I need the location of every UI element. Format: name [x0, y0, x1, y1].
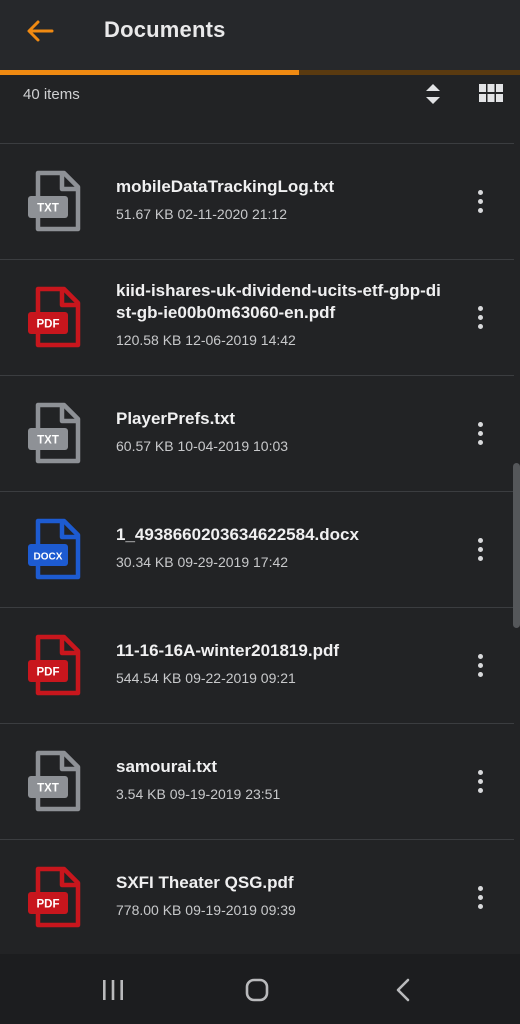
home-icon — [245, 978, 269, 1002]
file-name: mobileDataTrackingLog.txt — [116, 177, 335, 196]
more-vertical-icon — [477, 894, 483, 900]
txt-file-icon: TXT — [26, 402, 84, 466]
arrow-left-icon — [27, 20, 54, 42]
more-vertical-icon — [477, 769, 483, 775]
file-size: 51.67 KB — [116, 206, 174, 222]
system-nav-bar — [0, 954, 520, 1024]
page-title: Documents — [104, 17, 226, 42]
docx-file-icon: DOCX — [26, 518, 84, 582]
svg-text:PDF: PDF — [37, 899, 60, 911]
svg-text:TXT: TXT — [37, 203, 59, 215]
home-button[interactable] — [245, 978, 269, 1002]
more-vertical-icon — [477, 653, 483, 659]
more-vertical-icon — [477, 439, 483, 445]
more-vertical-icon — [477, 198, 483, 204]
more-vertical-icon — [477, 778, 483, 784]
file-name: 11-16-16A-winter201819.pdf — [116, 641, 339, 660]
file-size: 120.58 KB — [116, 332, 182, 348]
file-name: PlayerPrefs.txt — [116, 409, 236, 428]
file-date: 09-29-2019 17:42 — [177, 554, 289, 570]
file-meta: 30.34 KB 09-29-2019 17:42 — [116, 554, 288, 570]
pdf-file-icon: PDF — [26, 634, 84, 698]
txt-file-icon: TXT — [26, 170, 84, 234]
file-list: TXT mobileDataTrackingLog.txt 51.67 KB 0… — [0, 143, 520, 956]
file-date: 09-19-2019 23:51 — [169, 786, 281, 802]
file-size: 60.57 KB — [116, 438, 174, 454]
more-options-button[interactable] — [468, 648, 492, 682]
file-row[interactable]: TXT PlayerPrefs.txt 60.57 KB 10-04-2019 … — [0, 376, 520, 491]
scrollbar[interactable] — [513, 463, 520, 628]
file-date: 09-19-2019 09:39 — [185, 902, 296, 918]
file-name: SXFI Theater QSG.pdf — [116, 873, 294, 892]
file-name: samourai.txt — [116, 757, 218, 776]
grid-view-button[interactable] — [478, 82, 504, 106]
more-vertical-icon — [477, 323, 483, 329]
file-row[interactable]: PDF SXFI Theater QSG.pdf 778.00 KB 09-19… — [0, 840, 520, 955]
file-size: 544.54 KB — [116, 670, 182, 686]
more-vertical-icon — [477, 546, 483, 552]
nav-back-button[interactable] — [394, 978, 412, 1002]
recents-button[interactable] — [101, 979, 125, 1001]
txt-file-icon: TXT — [26, 750, 84, 814]
more-options-button[interactable] — [468, 764, 492, 798]
svg-text:TXT: TXT — [37, 783, 59, 795]
more-options-button[interactable] — [468, 300, 492, 334]
list-toolbar: 40 items — [0, 75, 520, 143]
svg-text:PDF: PDF — [37, 667, 60, 679]
more-vertical-icon — [477, 662, 483, 668]
more-vertical-icon — [477, 189, 483, 195]
sort-icon — [426, 84, 440, 104]
file-date: 02-11-2020 21:12 — [177, 206, 288, 222]
file-row[interactable]: PDF kiid-ishares-uk-dividend-ucits-etf-g… — [0, 260, 520, 375]
item-count: 40 items — [23, 86, 80, 103]
recents-icon — [103, 980, 123, 1000]
more-options-button[interactable] — [468, 532, 492, 566]
pdf-file-icon: PDF — [26, 286, 84, 350]
more-vertical-icon — [477, 537, 483, 543]
documents-screen: Documents 40 items TXT mobileDataTrackin… — [0, 0, 520, 1024]
more-vertical-icon — [477, 885, 483, 891]
more-vertical-icon — [477, 207, 483, 213]
file-name: 1_4938660203634622584.docx — [116, 525, 359, 544]
more-vertical-icon — [477, 787, 483, 793]
back-button[interactable] — [22, 16, 58, 46]
file-meta: 51.67 KB 02-11-2020 21:12 — [116, 206, 287, 222]
chevron-left-icon — [396, 978, 410, 1002]
file-name: kiid-ishares-uk-dividend-ucits-etf-gbp-d… — [116, 281, 441, 322]
more-vertical-icon — [477, 430, 483, 436]
file-meta: 544.54 KB 09-22-2019 09:21 — [116, 670, 296, 686]
file-date: 10-04-2019 10:03 — [177, 438, 289, 454]
file-size: 778.00 KB — [116, 902, 182, 918]
file-meta: 3.54 KB 09-19-2019 23:51 — [116, 786, 280, 802]
more-vertical-icon — [477, 903, 483, 909]
more-vertical-icon — [477, 555, 483, 561]
file-meta: 778.00 KB 09-19-2019 09:39 — [116, 902, 296, 918]
more-vertical-icon — [477, 421, 483, 427]
more-vertical-icon — [477, 305, 483, 311]
file-meta: 120.58 KB 12-06-2019 14:42 — [116, 332, 296, 348]
svg-text:PDF: PDF — [37, 319, 60, 331]
file-date: 09-22-2019 09:21 — [185, 670, 296, 686]
more-options-button[interactable] — [468, 416, 492, 450]
more-vertical-icon — [477, 671, 483, 677]
file-size: 30.34 KB — [116, 554, 174, 570]
file-size: 3.54 KB — [116, 786, 166, 802]
more-options-button[interactable] — [468, 184, 492, 218]
file-row[interactable]: DOCX 1_4938660203634622584.docx 30.34 KB… — [0, 492, 520, 607]
sort-button[interactable] — [421, 81, 445, 107]
file-meta: 60.57 KB 10-04-2019 10:03 — [116, 438, 288, 454]
more-options-button[interactable] — [468, 880, 492, 914]
grid-view-icon — [479, 84, 503, 102]
app-bar: Documents — [0, 0, 520, 70]
file-row[interactable]: TXT mobileDataTrackingLog.txt 51.67 KB 0… — [0, 144, 520, 259]
file-date: 12-06-2019 14:42 — [185, 332, 296, 348]
file-row[interactable]: PDF 11-16-16A-winter201819.pdf 544.54 KB… — [0, 608, 520, 723]
svg-text:DOCX: DOCX — [34, 552, 63, 563]
more-vertical-icon — [477, 314, 483, 320]
pdf-file-icon: PDF — [26, 866, 84, 930]
svg-text:TXT: TXT — [37, 435, 59, 447]
file-row[interactable]: TXT samourai.txt 3.54 KB 09-19-2019 23:5… — [0, 724, 520, 839]
